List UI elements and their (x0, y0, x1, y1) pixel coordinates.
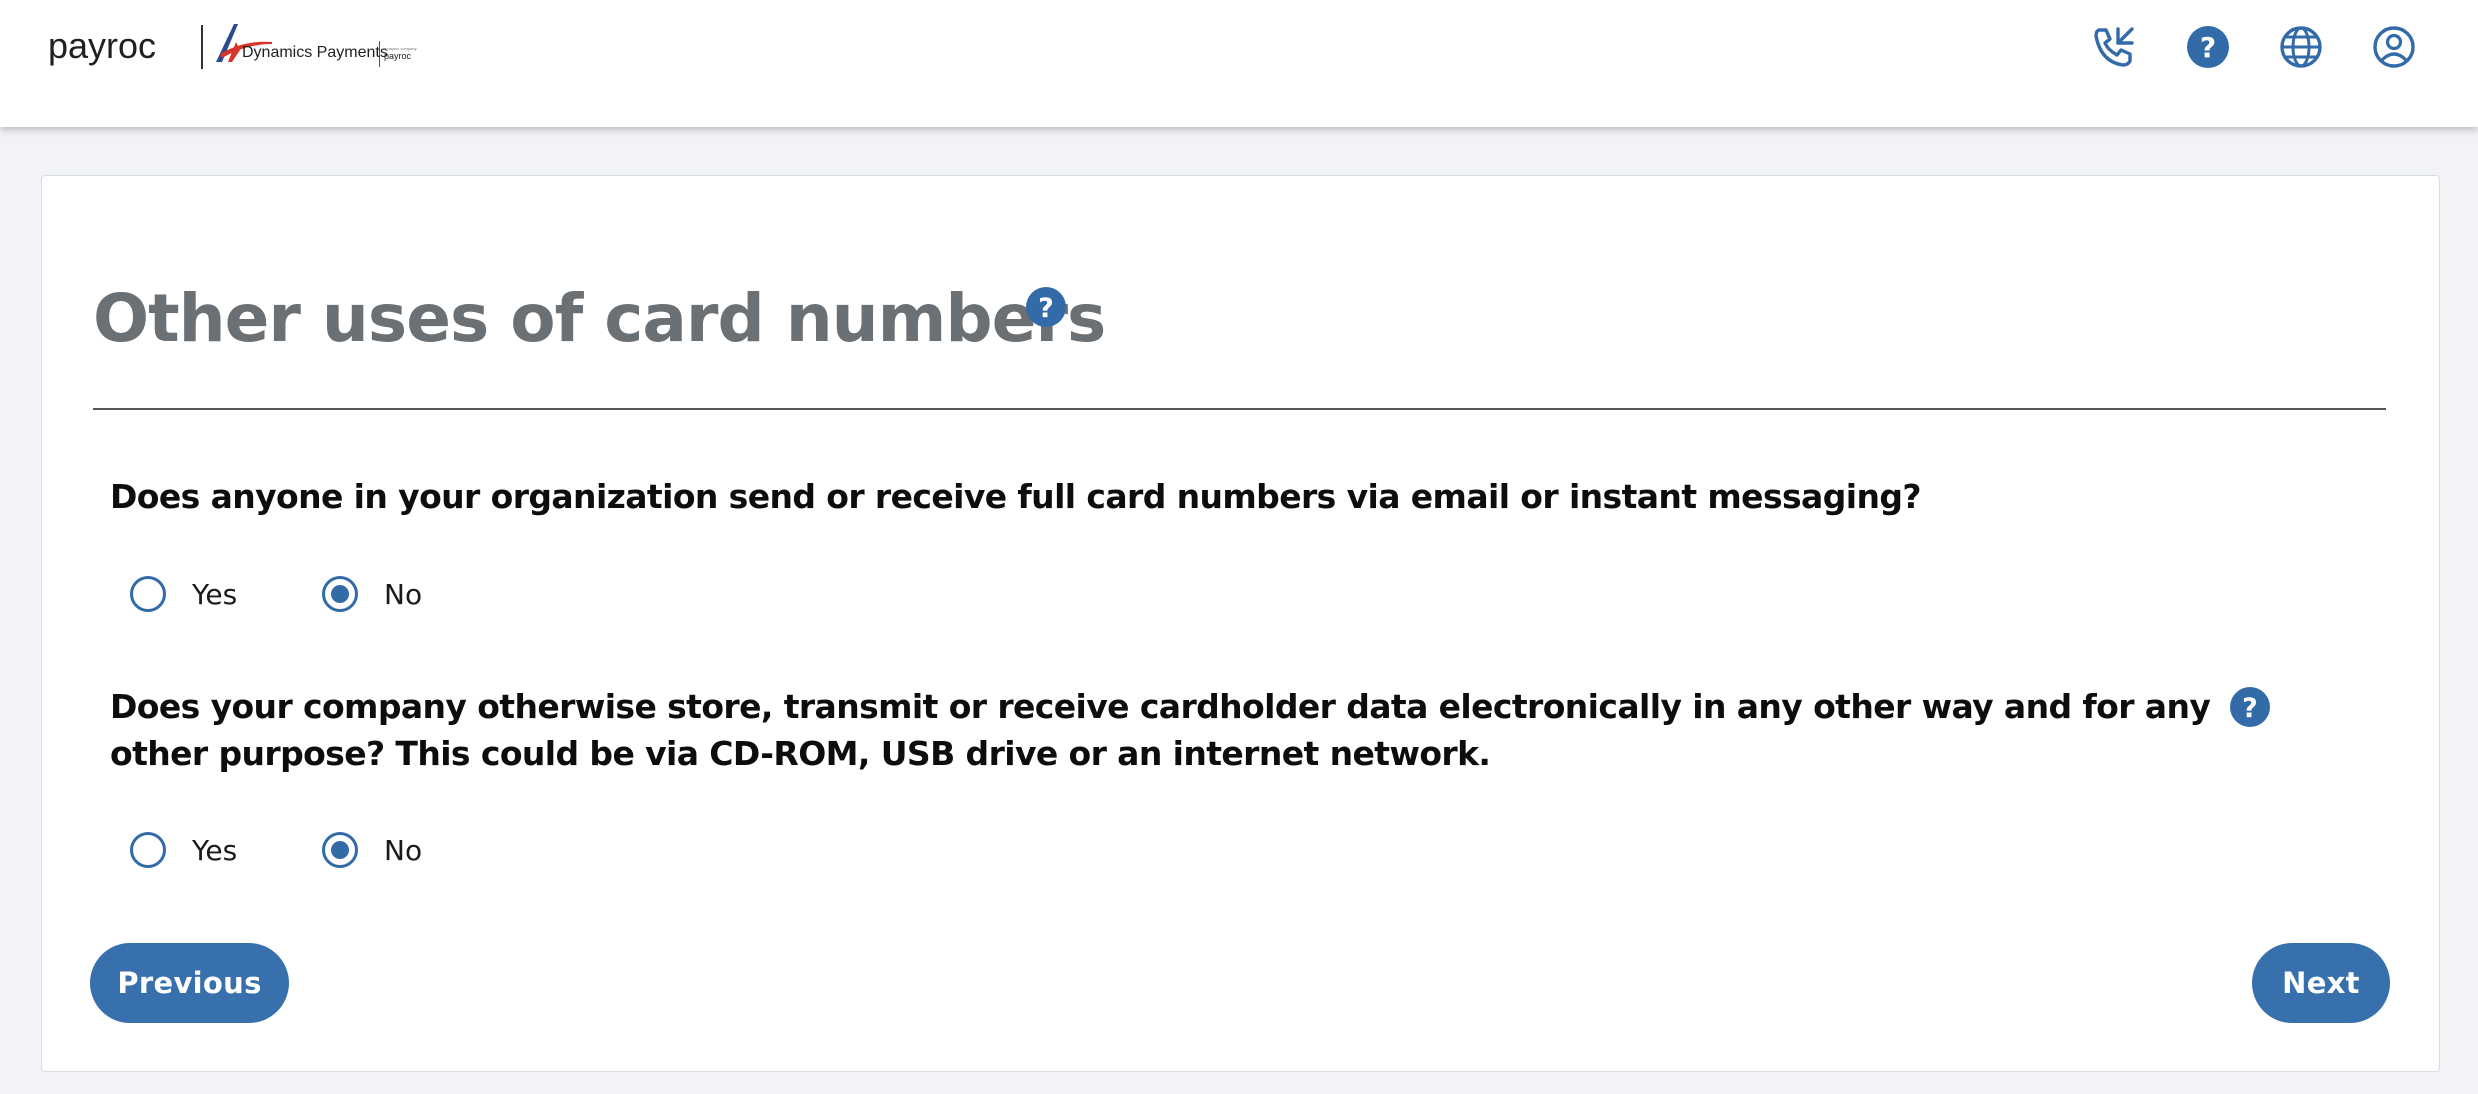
question-help-icon[interactable]: ? (2229, 686, 2271, 728)
top-header: payroc Dynamics Payments a payroc compan… (0, 0, 2478, 127)
partner-subbrand: a payroc company payroc (384, 46, 424, 61)
radio-label-no: No (384, 577, 423, 611)
question-email-im: Does anyone in your organization send or… (110, 477, 1922, 516)
logo-divider-secondary (379, 41, 380, 67)
q2-radio-yes[interactable]: Yes (130, 827, 237, 873)
payroc-logo[interactable]: payroc (48, 24, 156, 68)
radio-circle[interactable] (130, 576, 166, 612)
q1-radio-yes[interactable]: Yes (130, 571, 237, 617)
page-title: Other uses of card numbers (93, 280, 1106, 357)
help-icon[interactable]: ? (2185, 24, 2231, 70)
question-other-storage: Does your company otherwise store, trans… (110, 687, 2211, 773)
radio-circle-selected[interactable] (322, 576, 358, 612)
title-help-icon[interactable]: ? (1025, 286, 1067, 328)
next-button[interactable]: Next (2252, 943, 2390, 1023)
phone-icon[interactable] (2091, 24, 2137, 70)
globe-icon[interactable] (2278, 24, 2324, 70)
svg-text:?: ? (1038, 293, 1054, 324)
q2-radio-no[interactable]: No (322, 827, 422, 873)
previous-button[interactable]: Previous (90, 943, 289, 1023)
partner-name: Dynamics Payments (242, 44, 388, 61)
radio-label-yes: Yes (192, 833, 238, 867)
radio-circle-selected[interactable] (322, 832, 358, 868)
q1-radio-no[interactable]: No (322, 571, 422, 617)
title-divider (93, 408, 2386, 410)
svg-text:?: ? (2242, 693, 2258, 724)
partner-subbrand-label: payroc (384, 51, 412, 61)
radio-circle[interactable] (130, 832, 166, 868)
svg-text:?: ? (2200, 31, 2216, 64)
radio-label-yes: Yes (192, 577, 238, 611)
account-icon[interactable] (2371, 24, 2417, 70)
logo-divider (201, 25, 203, 69)
radio-label-no: No (384, 833, 423, 867)
